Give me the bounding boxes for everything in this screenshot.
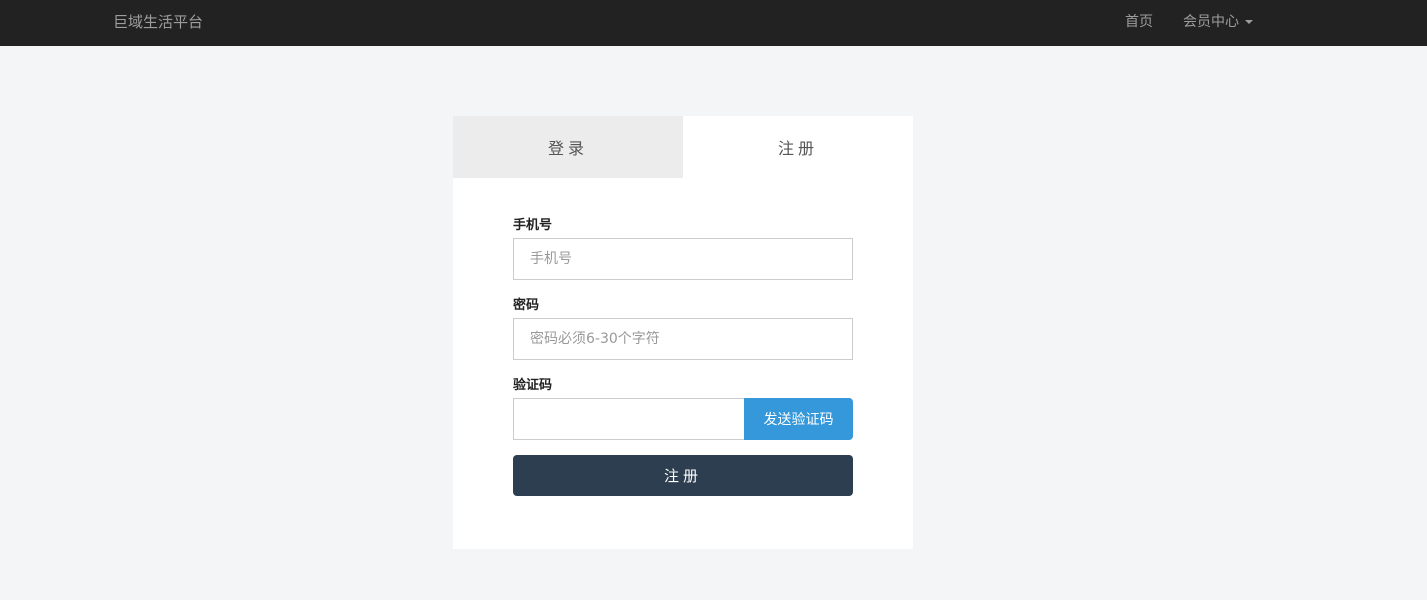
nav-member-center-label: 会员中心 — [1183, 14, 1239, 30]
phone-input[interactable] — [513, 238, 853, 280]
send-code-button[interactable]: 发送验证码 — [744, 398, 853, 440]
caret-down-icon — [1245, 20, 1253, 24]
code-group: 验证码 发送验证码 — [513, 378, 853, 440]
phone-label: 手机号 — [513, 218, 553, 233]
brand-link[interactable]: 巨域生活平台 — [113, 12, 203, 32]
code-label: 验证码 — [513, 378, 553, 393]
tab-login[interactable]: 登录 — [453, 116, 683, 178]
password-input[interactable] — [513, 318, 853, 360]
nav-links: 首页 会员中心 — [1095, 12, 1253, 32]
auth-tabs: 登录 注册 — [453, 116, 913, 178]
nav-home-label: 首页 — [1125, 14, 1153, 30]
register-form: 手机号 密码 验证码 发送验证码 注册 — [513, 218, 853, 496]
verification-code-input[interactable] — [513, 398, 744, 440]
password-group: 密码 — [513, 298, 853, 360]
phone-group: 手机号 — [513, 218, 853, 280]
nav-member-center-dropdown[interactable]: 会员中心 — [1183, 12, 1253, 32]
code-row: 发送验证码 — [513, 398, 853, 440]
tab-register[interactable]: 注册 — [683, 116, 913, 178]
top-navbar: 巨域生活平台 首页 会员中心 — [0, 0, 1427, 46]
password-label: 密码 — [513, 298, 540, 313]
register-submit-button[interactable]: 注册 — [513, 455, 853, 496]
auth-card: 登录 注册 手机号 密码 验证码 发送验证码 注册 — [453, 116, 913, 549]
nav-home-link[interactable]: 首页 — [1125, 12, 1153, 32]
